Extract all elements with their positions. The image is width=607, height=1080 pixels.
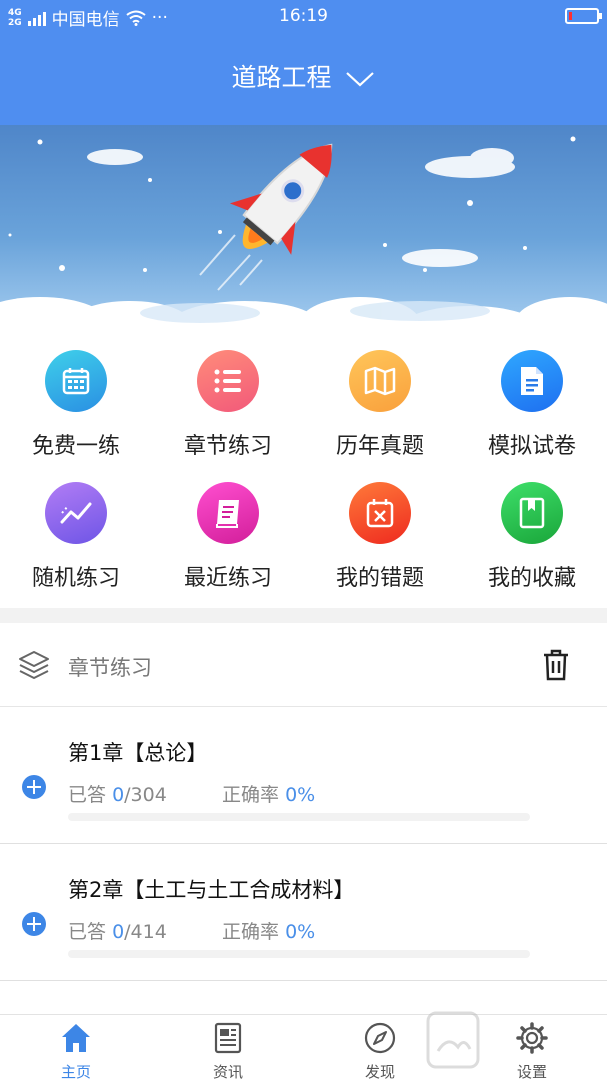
total-count: /414 [124,921,167,943]
nav-home[interactable]: 主页 [0,1015,152,1080]
nav-label: 主页 [60,1063,91,1080]
grid-item-random-practice[interactable]: 随机练习 [0,460,152,591]
grid-item-mock-exam[interactable]: 模拟试卷 [456,328,607,459]
chapter-stats: 已答 0/304 正确率 0% [68,780,315,807]
subject-selector[interactable]: 道路工程 [0,58,607,94]
accuracy-value: 0% [285,784,316,806]
calendar-icon [45,350,107,412]
page-title: 道路工程 [231,63,332,92]
section-header: 章节练习 [0,623,607,707]
grid-item-wrong-questions[interactable]: 我的错题 [304,460,456,591]
rocket-banner[interactable] [0,125,607,330]
nav-label: 资讯 [212,1063,243,1080]
expand-plus-icon[interactable] [22,912,46,936]
answered-label: 已答 [68,921,107,943]
home-icon [62,1024,90,1052]
compass-icon [364,1022,396,1054]
grid-label: 最近练习 [183,566,272,591]
chapter-progress-bar [68,813,530,821]
wrong-calendar-icon [349,482,411,544]
layers-icon [19,651,49,679]
grid-item-my-favorites[interactable]: 我的收藏 [456,460,607,591]
book-icon [197,482,259,544]
answered-count: 0 [112,921,125,943]
trend-icon [45,482,107,544]
battery-level [569,12,572,20]
status-bar: 4G 2G 中国电信 ··· 16:19 [0,0,607,34]
chapter-progress-bar [68,950,530,958]
chapter-title: 第2章【土工与土工合成材料】 [68,878,355,902]
grid-item-free-practice[interactable]: 免费一练 [0,328,152,459]
chevron-down-icon [346,72,375,87]
trash-icon[interactable] [542,649,570,681]
total-count: /304 [124,784,167,806]
grid-label: 章节练习 [183,434,272,459]
rocket-illustration [0,136,607,330]
news-icon [214,1022,242,1054]
feature-grid: 免费一练 章节练习 历年真题 模拟试卷 随机练习 最近练习 我的错题 我的收藏 [0,328,607,608]
grid-label: 我的收藏 [487,566,576,591]
map-icon [349,350,411,412]
chapter-row[interactable]: 第1章【总论】 已答 0/304 正确率 0% [0,707,607,844]
chapter-row[interactable]: 第2章【土工与土工合成材料】 已答 0/414 正确率 0% [0,844,607,981]
bookmark-icon [501,482,563,544]
answered-count: 0 [112,784,125,806]
answered-label: 已答 [68,784,107,806]
grid-item-recent-practice[interactable]: 最近练习 [152,460,304,591]
list-icon [197,350,259,412]
chapter-practice-section: 章节练习 第1章【总论】 已答 0/304 正确率 0% 第2章【土工与土工合成… [0,623,607,1014]
document-icon [501,350,563,412]
accuracy-label: 正确率 [222,784,280,806]
grid-item-chapter-practice[interactable]: 章节练习 [152,328,304,459]
accuracy-group: 正确率 0% [222,780,315,807]
accuracy-value: 0% [285,921,316,943]
app-header: 4G 2G 中国电信 ··· 16:19 道路工程 [0,0,607,125]
accuracy-label: 正确率 [222,921,280,943]
section-title: 章节练习 [68,656,152,680]
grid-label: 随机练习 [31,566,120,591]
nav-news[interactable]: 资讯 [152,1015,304,1080]
grid-item-past-exams[interactable]: 历年真题 [304,328,456,459]
chapter-title: 第1章【总论】 [68,741,208,765]
grid-label: 模拟试卷 [487,434,576,459]
battery-icon [565,8,602,24]
grid-label: 我的错题 [335,566,424,591]
expand-plus-icon[interactable] [22,775,46,799]
grid-label: 历年真题 [335,434,424,459]
status-time: 16:19 [279,6,328,26]
watermark-logo [426,1011,480,1069]
accuracy-group: 正确率 0% [222,917,315,944]
grid-label: 免费一练 [31,434,120,459]
chapter-stats: 已答 0/414 正确率 0% [68,917,315,944]
